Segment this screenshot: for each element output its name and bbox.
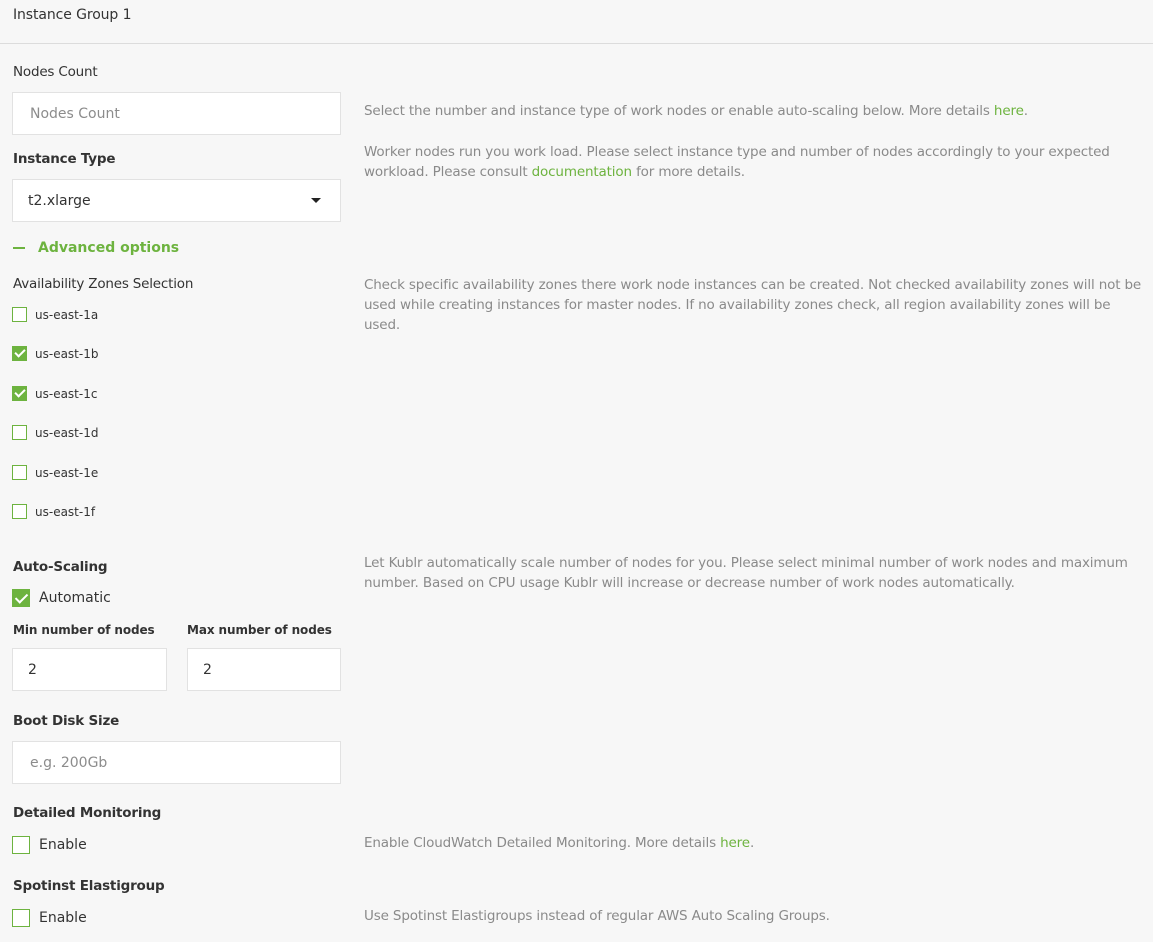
checkbox-icon [12,836,30,854]
detailed-monitoring-label: Detailed Monitoring [13,805,162,821]
zone-checkbox-us-east-1a[interactable]: us-east-1a [12,307,98,322]
zone-label: us-east-1c [35,386,98,401]
auto-scaling-label: Auto-Scaling [13,559,108,575]
zone-checkbox-us-east-1f[interactable]: us-east-1f [12,504,95,519]
zone-label: us-east-1d [35,425,99,440]
zone-checkbox-us-east-1c[interactable]: us-east-1c [12,386,97,401]
checkbox-icon [12,307,27,322]
max-nodes-input[interactable] [187,648,341,691]
nodes-count-input[interactable] [12,92,341,135]
spotinst-checkbox[interactable]: Enable [12,909,87,927]
instance-type-help-suffix: for more details. [631,164,745,180]
spotinst-help: Use Spotinst Elastigroups instead of reg… [364,908,830,924]
caret-down-icon [311,198,321,203]
checkbox-checked-icon [12,589,30,607]
zone-label: us-east-1a [35,307,99,322]
instance-type-help: Worker nodes run you work load. Please s… [364,142,1144,182]
instance-type-label: Instance Type [13,151,116,167]
nodes-count-help-suffix: . [1023,103,1028,119]
checkbox-icon [12,465,27,480]
instance-type-select[interactable]: t2.xlarge [12,179,341,222]
nodes-count-label: Nodes Count [13,64,98,80]
header-divider [0,43,1153,44]
checkbox-checked-icon [12,346,27,361]
enable-label: Enable [39,837,87,853]
nodes-count-help: Select the number and instance type of w… [364,101,1144,121]
min-nodes-label: Min number of nodes [13,623,155,637]
advanced-options-label: Advanced options [38,240,180,256]
zone-checkbox-us-east-1b[interactable]: us-east-1b [12,346,98,361]
checkbox-checked-icon [12,386,27,401]
zone-label: us-east-1e [35,465,99,480]
detailed-monitoring-details-link[interactable]: here [720,835,750,851]
minus-icon [13,247,25,249]
enable-label: Enable [39,910,87,926]
instance-type-selected-value: t2.xlarge [28,192,91,209]
automatic-label: Automatic [39,590,111,606]
auto-scaling-automatic-checkbox[interactable]: Automatic [12,589,111,607]
boot-disk-label: Boot Disk Size [13,713,120,729]
checkbox-icon [12,504,27,519]
checkbox-icon [12,425,27,440]
zone-label: us-east-1f [35,504,96,519]
detailed-monitoring-help-suffix: . [749,835,755,851]
zone-checkbox-us-east-1d[interactable]: us-east-1d [12,425,98,440]
boot-disk-input[interactable] [12,741,341,784]
zone-label: us-east-1b [35,346,99,361]
nodes-count-details-link[interactable]: here [994,103,1024,119]
checkbox-icon [12,909,30,927]
availability-zones-help: Check specific availability zones there … [364,277,1142,333]
max-nodes-label: Max number of nodes [187,623,332,637]
advanced-options-toggle[interactable]: Advanced options [13,240,179,256]
spotinst-label: Spotinst Elastigroup [13,878,165,894]
min-nodes-input[interactable] [12,648,167,691]
nodes-count-help-text: Select the number and instance type of w… [364,103,994,119]
zone-checkbox-us-east-1e[interactable]: us-east-1e [12,465,98,480]
availability-zones-label: Availability Zones Selection [13,276,194,292]
detailed-monitoring-checkbox[interactable]: Enable [12,836,87,854]
auto-scaling-help: Let Kublr automatically scale number of … [364,555,1128,591]
detailed-monitoring-help: Enable CloudWatch Detailed Monitoring. M… [364,833,1144,853]
detailed-monitoring-help-text: Enable CloudWatch Detailed Monitoring. M… [364,835,721,851]
group-title: Instance Group 1 [13,7,132,23]
documentation-link[interactable]: documentation [532,164,632,180]
